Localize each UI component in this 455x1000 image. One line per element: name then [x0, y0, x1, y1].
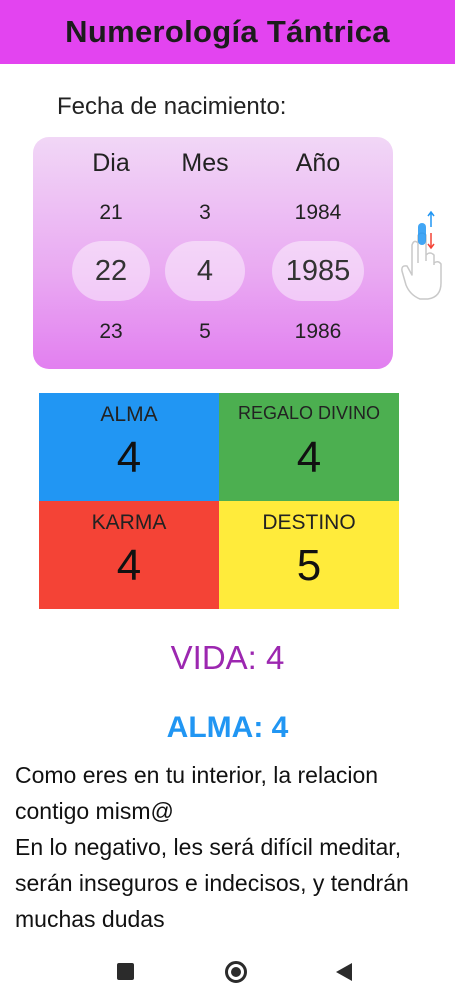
year-next-value[interactable]: 1986: [295, 320, 342, 344]
square-recents-icon[interactable]: [117, 963, 134, 980]
destino-label: DESTINO: [262, 511, 356, 534]
day-next-value[interactable]: 23: [99, 320, 122, 344]
year-prev-value[interactable]: 1984: [295, 201, 342, 225]
month-next-value[interactable]: 5: [199, 320, 211, 344]
alma-cell[interactable]: ALMA 4: [39, 393, 219, 501]
detail-line: En lo negativo, les será difícil meditar…: [15, 834, 409, 932]
detail-description: Como eres en tu interior, la relacion co…: [15, 757, 451, 937]
day-prev-value[interactable]: 21: [99, 201, 122, 225]
system-nav-bar: [0, 944, 455, 1000]
day-wheel[interactable]: Dia 21 22 23: [66, 137, 156, 369]
detail-line: Como eres en tu interior, la relacion co…: [15, 762, 379, 824]
birth-date-label: Fecha de nacimiento:: [57, 93, 287, 120]
circle-home-icon[interactable]: [225, 961, 247, 983]
alma-label: ALMA: [100, 403, 158, 426]
year-header: Año: [295, 149, 341, 177]
destino-value: 5: [296, 541, 322, 590]
karma-label: KARMA: [91, 511, 167, 534]
vida-result: VIDA: 4: [170, 639, 285, 676]
month-prev-value[interactable]: 3: [199, 201, 211, 225]
app-title: Numerología Tántrica: [65, 14, 390, 49]
month-header: Mes: [181, 149, 229, 177]
alma-value: 4: [116, 433, 142, 482]
regalo-divino-cell[interactable]: REGALO DIVINO 4: [219, 393, 399, 501]
triangle-back-icon[interactable]: [336, 963, 352, 981]
swipe-vertical-hand-icon: [401, 210, 442, 300]
date-picker[interactable]: Dia 21 22 23 Mes 3 4 5 Año 1984 1985 198…: [33, 137, 393, 369]
regalo-divino-value: 4: [296, 433, 322, 482]
karma-cell[interactable]: KARMA 4: [39, 501, 219, 609]
numerology-grid: ALMA 4 REGALO DIVINO 4 KARMA 4 DESTINO 5: [39, 393, 399, 609]
day-selected-value[interactable]: 22: [72, 241, 150, 301]
detail-title: ALMA: 4: [166, 711, 289, 744]
destino-cell[interactable]: DESTINO 5: [219, 501, 399, 609]
month-selected-value[interactable]: 4: [165, 241, 245, 301]
app-bar: Numerología Tántrica: [0, 0, 455, 64]
year-wheel[interactable]: Año 1984 1985 1986: [268, 137, 368, 369]
year-selected-value[interactable]: 1985: [272, 241, 364, 301]
karma-value: 4: [116, 541, 142, 590]
month-wheel[interactable]: Mes 3 4 5: [165, 137, 245, 369]
day-header: Dia: [92, 149, 130, 177]
regalo-divino-label: REGALO DIVINO: [237, 403, 381, 423]
